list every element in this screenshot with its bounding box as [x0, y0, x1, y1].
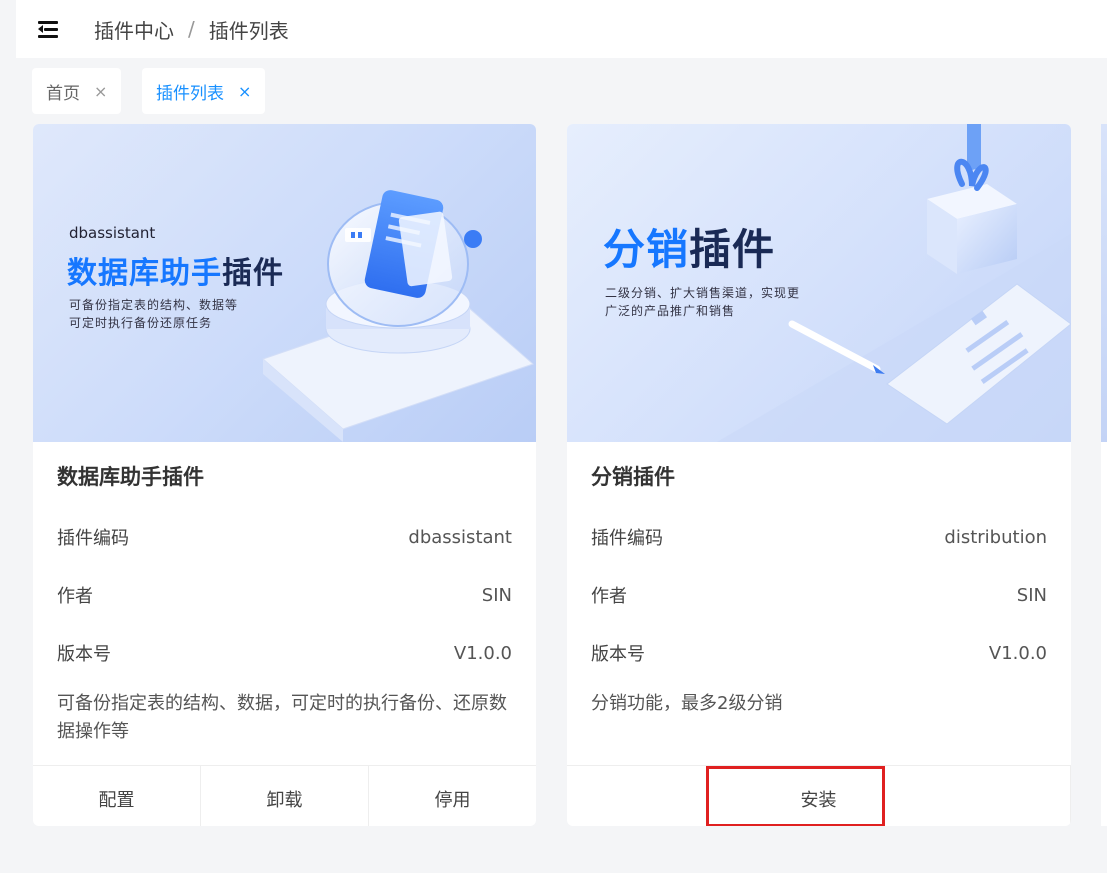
plugin-author-label: 作者: [57, 586, 93, 607]
plugin-author-value: SIN: [1016, 584, 1047, 606]
breadcrumb-parent[interactable]: 插件中心: [94, 15, 174, 44]
breadcrumb: 插件中心 / 插件列表: [94, 15, 289, 44]
plugin-card-dbassistant: dbassistant 数据库助手插件 可备份指定表的结构、数据等 可定时执行备…: [33, 124, 536, 826]
menu-collapse-icon[interactable]: [38, 20, 60, 38]
uninstall-button[interactable]: 卸载: [201, 766, 369, 826]
cover-title-suffix: 插件: [689, 225, 776, 274]
cover-title: 分销插件: [603, 216, 775, 277]
plugin-info: 数据库助手插件 插件编码 dbassistant 作者 SIN 版本号 V1.0…: [33, 442, 536, 765]
plugin-description: 分销功能，最多2级分销: [591, 693, 783, 714]
plugin-code-value: dbassistant: [408, 526, 512, 548]
next-card-edge: [1101, 124, 1107, 442]
cover-line-1: 二级分销、扩大销售渠道，实现更: [605, 286, 801, 300]
tabs-bar: 首页 × 插件列表 ×: [16, 58, 1107, 122]
plugin-code-value: distribution: [944, 526, 1047, 548]
cover-title-main: 分销: [603, 225, 690, 274]
plugin-actions: 安装: [567, 765, 1071, 826]
cover-code-label: dbassistant: [69, 224, 156, 242]
tab-plugin-list[interactable]: 插件列表 ×: [142, 68, 266, 114]
plugin-version-row: 版本号 V1.0.0: [591, 624, 1047, 682]
tab-plugin-list-label: 插件列表: [156, 83, 224, 104]
plugin-code-row: 插件编码 dbassistant: [57, 508, 512, 566]
close-icon[interactable]: ×: [94, 82, 107, 101]
plugin-name: 数据库助手插件: [57, 465, 204, 489]
close-icon[interactable]: ×: [238, 82, 251, 101]
configure-button[interactable]: 配置: [33, 766, 201, 826]
plugin-author-value: SIN: [481, 584, 512, 606]
plugin-description: 可备份指定表的结构、数据，可定时的执行备份、还原数据操作等: [57, 693, 507, 742]
plugin-actions: 配置 卸载 停用: [33, 765, 536, 826]
breadcrumb-current: 插件列表: [208, 18, 289, 43]
cover-title-suffix: 插件: [222, 256, 284, 291]
cover-line-1: 可备份指定表的结构、数据等: [69, 298, 239, 312]
plugin-card-distribution: 分销插件 二级分销、扩大销售渠道，实现更 广泛的产品推广和销售 分销插件 插件编…: [567, 124, 1071, 826]
install-button[interactable]: 安装: [567, 766, 1071, 826]
plugin-version-label: 版本号: [57, 644, 111, 665]
plugin-version-value: V1.0.0: [453, 642, 512, 664]
plugin-version-value: V1.0.0: [988, 642, 1047, 664]
breadcrumb-separator: /: [188, 17, 195, 41]
cover-line-2: 广泛的产品推广和销售: [605, 304, 736, 318]
tab-home[interactable]: 首页 ×: [32, 68, 122, 114]
next-card-edge-body: [1101, 442, 1107, 826]
plugin-version-label: 版本号: [591, 644, 645, 665]
plugin-cover-image: 分销插件 二级分销、扩大销售渠道，实现更 广泛的产品推广和销售: [567, 124, 1071, 442]
cover-title: 数据库助手插件: [67, 248, 284, 292]
plugin-author-label: 作者: [591, 586, 627, 607]
plugin-author-row: 作者 SIN: [57, 566, 512, 624]
tab-home-label: 首页: [46, 83, 80, 104]
plugin-name: 分销插件: [591, 465, 675, 489]
disable-button[interactable]: 停用: [369, 766, 536, 826]
top-bar: 插件中心 / 插件列表: [16, 0, 1107, 58]
plugin-cover-image: dbassistant 数据库助手插件 可备份指定表的结构、数据等 可定时执行备…: [33, 124, 536, 442]
plugin-version-row: 版本号 V1.0.0: [57, 624, 512, 682]
distribution-illustration: [717, 124, 1071, 442]
plugin-author-row: 作者 SIN: [591, 566, 1047, 624]
plugin-info: 分销插件 插件编码 distribution 作者 SIN 版本号 V1.0.0…: [567, 442, 1071, 765]
plugin-code-label: 插件编码: [591, 528, 663, 549]
plugin-code-label: 插件编码: [57, 528, 129, 549]
cover-title-main: 数据库助手: [67, 256, 222, 291]
cover-line-2: 可定时执行备份还原任务: [69, 316, 213, 330]
plugin-code-row: 插件编码 distribution: [591, 508, 1047, 566]
